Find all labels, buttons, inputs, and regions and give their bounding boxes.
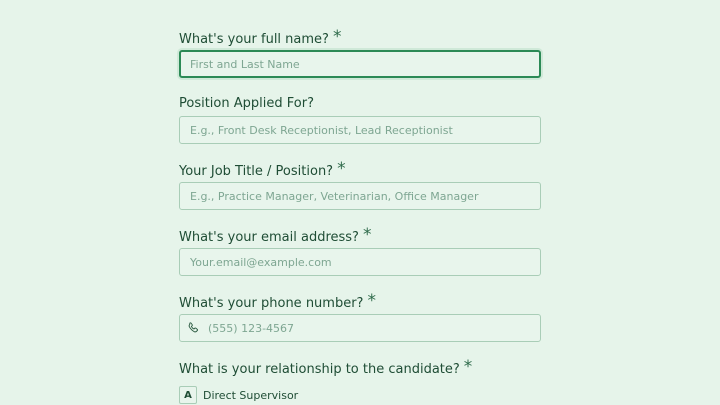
email-input[interactable]	[179, 248, 541, 276]
relationship-label-text: What is your relationship to the candida…	[179, 362, 460, 377]
job-title-label: Your Job Title / Position? *	[179, 159, 346, 180]
position-applied-label: Position Applied For?	[179, 96, 314, 112]
job-title-input[interactable]	[179, 182, 541, 210]
required-marker: *	[332, 27, 342, 47]
required-marker: *	[463, 357, 473, 377]
option-label: Direct Supervisor	[203, 388, 299, 402]
phone-label: What's your phone number? *	[179, 291, 376, 312]
phone-field-wrapper	[179, 314, 541, 342]
email-label-text: What's your email address?	[179, 230, 359, 245]
position-applied-label-text: Position Applied For?	[179, 96, 314, 111]
relationship-option-direct-supervisor[interactable]: A Direct Supervisor	[179, 386, 298, 404]
email-label: What's your email address? *	[179, 225, 372, 246]
option-key-badge: A	[179, 386, 197, 404]
position-applied-input[interactable]	[179, 116, 541, 144]
full-name-input[interactable]	[179, 50, 541, 78]
phone-input[interactable]	[179, 314, 541, 342]
relationship-label: What is your relationship to the candida…	[179, 357, 473, 378]
job-title-label-text: Your Job Title / Position?	[179, 164, 334, 179]
phone-icon	[188, 322, 199, 333]
phone-label-text: What's your phone number?	[179, 296, 364, 311]
full-name-label: What's your full name? *	[179, 27, 342, 48]
required-marker: *	[337, 159, 346, 179]
full-name-label-text: What's your full name?	[179, 32, 329, 47]
required-marker: *	[367, 291, 376, 311]
required-marker: *	[362, 225, 372, 245]
